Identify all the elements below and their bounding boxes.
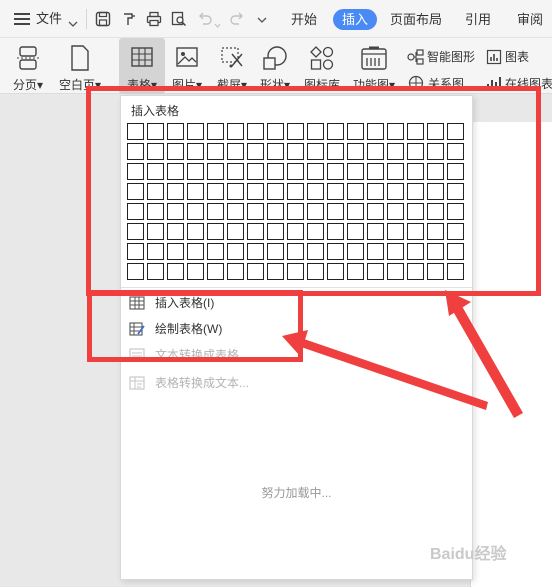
- annotation-arrows: [282, 290, 523, 418]
- annotation-arrow-to-draw-table: [282, 330, 488, 410]
- baidu-watermark: Baidu经验: [430, 546, 507, 563]
